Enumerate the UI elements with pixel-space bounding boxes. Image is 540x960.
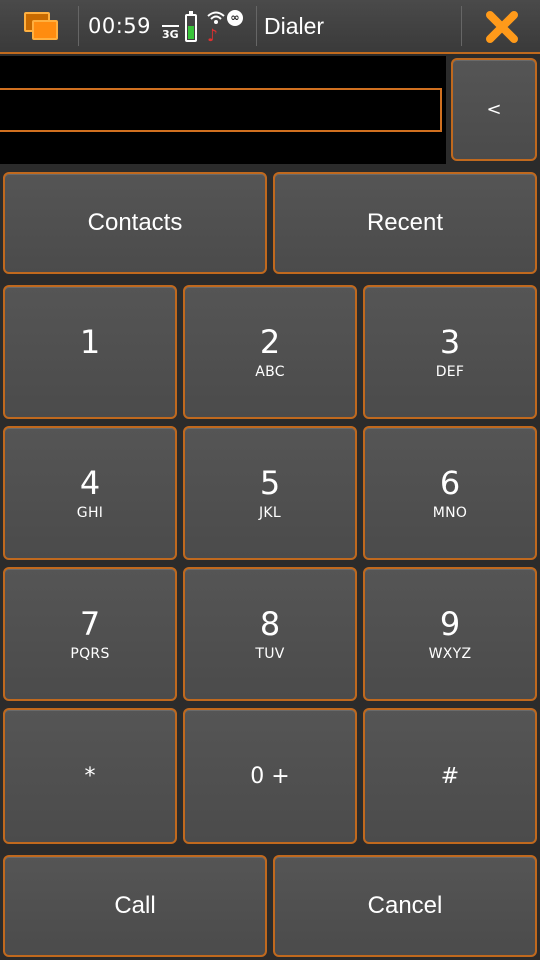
contacts-button[interactable]: Contacts (3, 172, 267, 274)
music-note-icon: ♪ (207, 26, 218, 46)
battery-icon (185, 11, 197, 42)
key-6[interactable]: 6 MNO (363, 426, 537, 560)
recent-button[interactable]: Recent (273, 172, 537, 274)
cancel-button[interactable]: Cancel (273, 855, 537, 957)
key-hash[interactable]: # (363, 708, 537, 844)
divider (78, 6, 79, 46)
key-9[interactable]: 9 WXYZ (363, 567, 537, 701)
divider (256, 6, 257, 46)
task-switcher-icon[interactable] (24, 12, 58, 40)
key-5[interactable]: 5 JKL (183, 426, 357, 560)
key-8[interactable]: 8 TUV (183, 567, 357, 701)
key-star[interactable]: * (3, 708, 177, 844)
backspace-button[interactable]: < (451, 58, 537, 161)
key-1[interactable]: 1 (3, 285, 177, 419)
status-bar: 00:59 3G ♪ ∞ Dialer (0, 0, 540, 54)
call-button[interactable]: Call (3, 855, 267, 957)
key-4[interactable]: 4 GHI (3, 426, 177, 560)
wifi-icon (207, 11, 225, 24)
app-title: Dialer (264, 13, 325, 39)
key-2[interactable]: 2 ABC (183, 285, 357, 419)
network-type: 3G (162, 25, 179, 41)
number-display (0, 56, 446, 164)
divider (461, 6, 462, 46)
number-input[interactable] (0, 88, 442, 132)
key-0[interactable]: 0 + (183, 708, 357, 844)
key-7[interactable]: 7 PQRS (3, 567, 177, 701)
close-icon[interactable] (478, 6, 526, 48)
presence-icon: ∞ (227, 10, 243, 26)
clock: 00:59 (88, 14, 152, 38)
key-3[interactable]: 3 DEF (363, 285, 537, 419)
